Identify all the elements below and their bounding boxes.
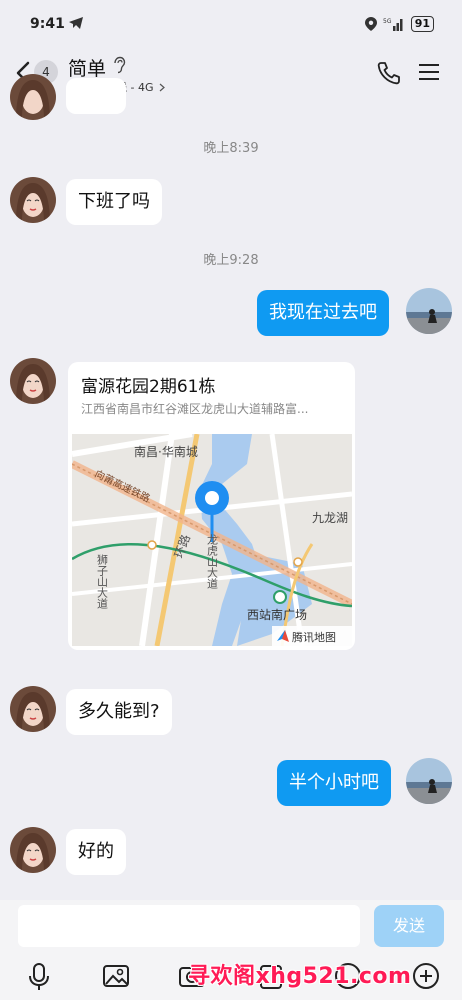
- my-message-bubble[interactable]: 半个小时吧: [277, 760, 391, 806]
- contact-avatar[interactable]: [10, 74, 56, 120]
- map-label-area: 南昌·华南城: [134, 444, 198, 459]
- image-icon[interactable]: [102, 962, 130, 990]
- map-label-station: 西站南广场: [247, 607, 307, 622]
- phone-call-icon[interactable]: [376, 60, 402, 86]
- map-label-road3: 狮子山大道: [96, 554, 109, 609]
- timestamp: 晚上9:28: [203, 253, 259, 268]
- map-label-road2: 龙虎山大道: [206, 534, 219, 589]
- telegram-icon: [69, 17, 83, 29]
- message-bubble-partial[interactable]: [66, 78, 126, 114]
- location-icon: [364, 17, 377, 31]
- my-message-bubble[interactable]: 我现在过去吧: [257, 290, 389, 336]
- map-label-lake: 九龙湖: [312, 510, 348, 525]
- location-card[interactable]: 富源花园2期61栋 江西省南昌市红谷滩区龙虎山大道辅路富... 南昌·华南城 九…: [68, 362, 355, 650]
- menu-icon[interactable]: [418, 62, 440, 82]
- message-bubble[interactable]: 下班了吗: [66, 179, 162, 225]
- message-list[interactable]: 晚上8:39 下班了吗 晚上9:28 我现在过去吧 富源花园2期61栋 江西省南…: [0, 74, 462, 900]
- my-avatar[interactable]: [406, 288, 452, 334]
- message-bubble[interactable]: 多久能到?: [66, 689, 172, 735]
- my-avatar[interactable]: [406, 758, 452, 804]
- map-provider: 腾讯地图: [292, 630, 336, 644]
- contact-avatar[interactable]: [10, 686, 56, 732]
- status-icons: 5G 91: [364, 16, 434, 32]
- chevron-right-icon: [159, 83, 165, 91]
- status-bar: 9:41 5G 91: [0, 0, 462, 44]
- contact-avatar[interactable]: [10, 827, 56, 873]
- ear-icon: [114, 56, 126, 74]
- mic-icon[interactable]: [26, 962, 52, 992]
- message-input[interactable]: [18, 905, 360, 947]
- battery-indicator: 91: [410, 16, 434, 32]
- contact-name[interactable]: 简单: [68, 54, 106, 81]
- map-preview[interactable]: 南昌·华南城 九龙湖 西站南广场 向莆高速铁路 环路 龙虎山大道 狮子山大道 腾…: [72, 434, 352, 646]
- status-time: 9:41: [30, 16, 65, 32]
- message-bubble[interactable]: 好的: [66, 829, 126, 875]
- location-address: 江西省南昌市红谷滩区龙虎山大道辅路富...: [81, 402, 309, 416]
- signal-icon: 5G: [383, 18, 403, 31]
- location-title: 富源花园2期61栋: [81, 377, 216, 397]
- contact-avatar[interactable]: [10, 358, 56, 404]
- contact-avatar[interactable]: [10, 177, 56, 223]
- plus-icon[interactable]: [412, 962, 440, 990]
- timestamp: 晚上8:39: [203, 141, 259, 156]
- watermark-text: 寻欢阁xhg521.com: [188, 964, 412, 989]
- svg-text:5G: 5G: [383, 18, 392, 25]
- send-button[interactable]: 发送: [374, 905, 444, 947]
